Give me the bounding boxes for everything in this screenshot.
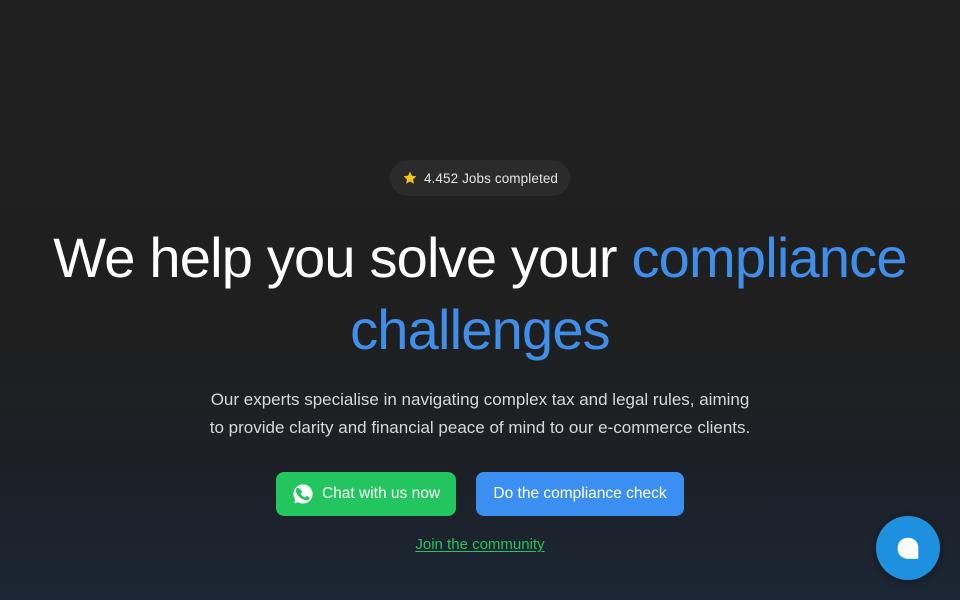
chat-bubble-icon xyxy=(897,537,919,559)
join-community-link[interactable]: Join the community xyxy=(415,536,544,553)
headline-accent-1: compliance xyxy=(631,226,907,289)
chat-with-us-button[interactable]: Chat with us now xyxy=(276,472,456,516)
compliance-check-button[interactable]: Do the compliance check xyxy=(476,472,684,516)
badge-text: 4.452 Jobs completed xyxy=(423,170,559,186)
hero-description: Our experts specialise in navigating com… xyxy=(180,386,780,442)
whatsapp-icon xyxy=(293,484,313,504)
star-icon xyxy=(403,171,417,184)
description-line-1: Our experts specialise in navigating com… xyxy=(210,390,750,409)
headline-accent-2: challenges xyxy=(350,298,611,361)
hero-section: 4.452 Jobs completed We help you solve y… xyxy=(0,0,960,600)
compliance-check-label: Do the compliance check xyxy=(493,485,667,502)
headline-part1: We help you solve your xyxy=(53,226,632,289)
jobs-completed-badge: 4.452 Jobs completed xyxy=(390,160,570,196)
description-line-2: to provide clarity and financial peace o… xyxy=(209,418,751,437)
join-community-link-row: Join the community xyxy=(0,535,960,555)
chat-button-label: Chat with us now xyxy=(321,485,441,502)
chat-widget-button[interactable] xyxy=(876,516,940,580)
page-title: We help you solve your compliance challe… xyxy=(0,222,960,366)
